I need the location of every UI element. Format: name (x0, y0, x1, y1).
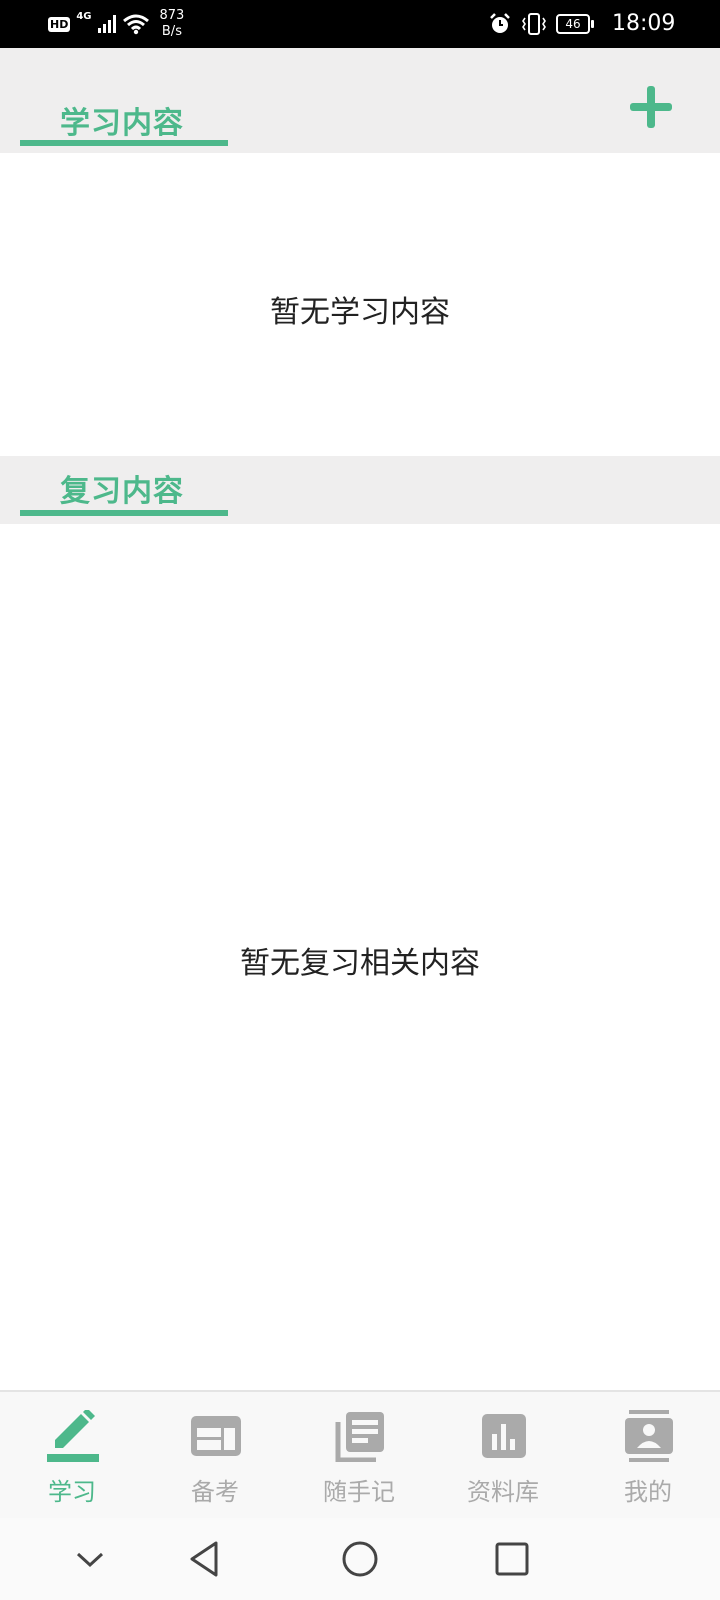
wifi-icon (122, 14, 149, 35)
nav-label-me: 我的 (624, 1478, 672, 1506)
signal-icon (97, 15, 116, 33)
status-right: 46 (488, 7, 594, 41)
hd-badge: HD (48, 16, 71, 32)
bottom-nav: 学习 备考 随手记 资料库 我的 (0, 1390, 720, 1520)
learning-empty-text: 暂无学习内容 (270, 295, 450, 330)
vibrate-icon (522, 13, 546, 35)
review-section-title: 复习内容 (60, 474, 184, 509)
status-bar: HD 4G 873 B/s 46 18:09 (0, 0, 720, 48)
nav-label-library: 资料库 (467, 1478, 539, 1506)
nav-label-exam-prep: 备考 (191, 1478, 239, 1506)
network-speed-value: 873 (159, 8, 185, 23)
network-speed: 873 B/s (160, 8, 185, 40)
network-type: 4G (76, 10, 92, 22)
nav-item-library[interactable]: 资料库 (433, 1392, 573, 1520)
learning-section-title: 学习内容 (60, 106, 184, 141)
nav-item-exam-prep[interactable]: 备考 (145, 1392, 285, 1520)
review-title-underline (20, 510, 228, 516)
review-empty-text: 暂无复习相关内容 (240, 946, 480, 981)
back-icon[interactable] (184, 1537, 228, 1581)
recents-icon[interactable] (490, 1537, 534, 1581)
alarm-icon (490, 13, 510, 33)
nav-label-study: 学习 (48, 1478, 96, 1506)
notes-icon (335, 1412, 384, 1462)
chevron-down-icon[interactable] (68, 1537, 112, 1581)
contact-icon (625, 1410, 673, 1462)
nav-item-study[interactable]: 学习 (2, 1392, 142, 1520)
battery-icon: 46 (556, 14, 594, 34)
system-nav-bar (0, 1518, 720, 1600)
review-section-header: 复习内容 (0, 456, 720, 524)
status-time: 18:09 (612, 11, 676, 36)
nav-item-notes[interactable]: 随手记 (289, 1392, 429, 1520)
bar-chart-icon (482, 1414, 526, 1458)
learning-section-header: 学习内容 (0, 48, 720, 153)
nav-label-notes: 随手记 (323, 1478, 395, 1506)
learning-title-underline (20, 140, 228, 146)
pencil-icon (47, 1410, 99, 1462)
nav-item-me[interactable]: 我的 (578, 1392, 718, 1520)
status-left: HD 4G 873 B/s (48, 7, 184, 41)
home-icon[interactable] (338, 1537, 382, 1581)
network-speed-unit: B/s (161, 24, 182, 39)
add-button[interactable] (630, 86, 672, 128)
newspaper-icon (191, 1416, 241, 1456)
